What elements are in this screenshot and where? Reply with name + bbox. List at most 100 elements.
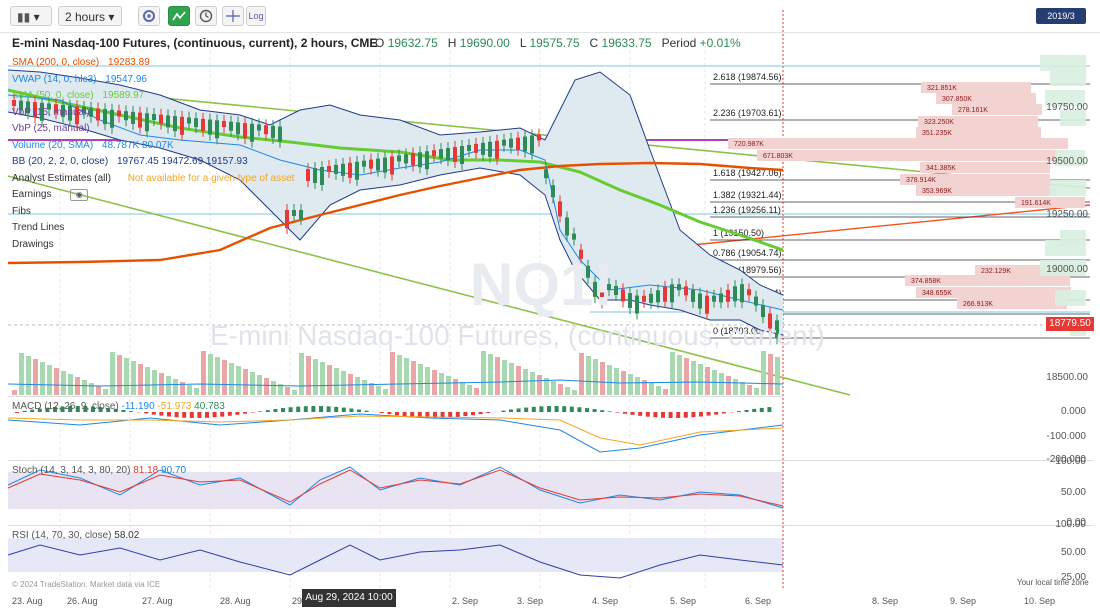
macd-histogram bbox=[258, 411, 263, 412]
legend-item[interactable]: Fibs bbox=[12, 206, 37, 217]
volume-bar bbox=[684, 358, 689, 395]
macd-histogram bbox=[319, 406, 323, 412]
vbp-label: 351.235K bbox=[922, 130, 952, 137]
macd-histogram bbox=[243, 412, 247, 414]
macd-histogram bbox=[227, 412, 232, 416]
volume-bar bbox=[131, 361, 136, 395]
volume-bar bbox=[453, 379, 458, 395]
fib-label: 0.786 (19054.74) bbox=[713, 248, 782, 258]
volume-bar bbox=[313, 359, 318, 395]
vbp-label: 278.161K bbox=[958, 107, 988, 114]
macd-histogram bbox=[395, 412, 399, 416]
candle-body bbox=[355, 161, 359, 180]
candle-body bbox=[404, 154, 408, 164]
legend-value: Not available for a given type of asset bbox=[124, 172, 295, 184]
time-axis-label: 2. Sep bbox=[452, 596, 479, 606]
volume-bar bbox=[306, 356, 311, 395]
candle-body bbox=[432, 150, 436, 157]
macd-histogram bbox=[539, 406, 544, 412]
vbp-label: 353.969K bbox=[922, 188, 952, 195]
legend-item[interactable]: SMA (200, 0, close) 19283.89 bbox=[12, 57, 150, 68]
candle-body bbox=[516, 137, 520, 150]
volume-bar bbox=[761, 351, 766, 395]
volume-bar bbox=[299, 353, 304, 395]
volume-bar bbox=[432, 370, 437, 395]
macd-histogram bbox=[554, 406, 559, 412]
fib-label: 2.618 (19874.56) bbox=[713, 72, 782, 82]
candle-body bbox=[509, 138, 513, 148]
instrument-title: E-mini Nasdaq-100 Futures, (continuous, … bbox=[12, 36, 378, 50]
volume-bar bbox=[537, 375, 542, 395]
vbp-label: 671.803K bbox=[763, 153, 793, 160]
volume-bar bbox=[33, 359, 38, 395]
volume-bar bbox=[691, 361, 696, 395]
candle-body bbox=[726, 289, 730, 302]
vbp-label: 341.385K bbox=[926, 165, 956, 172]
timezone-link[interactable]: Your local time zone bbox=[1017, 578, 1089, 587]
candle-body bbox=[138, 112, 142, 128]
candle-body bbox=[201, 118, 205, 131]
volume-bar bbox=[726, 376, 731, 395]
volume-bar bbox=[460, 382, 465, 395]
volume-bar bbox=[341, 371, 346, 395]
macd-histogram bbox=[364, 410, 369, 412]
legend-item[interactable]: Earnings ◉ bbox=[12, 189, 89, 201]
volume-bar bbox=[145, 367, 150, 395]
volume-bar bbox=[152, 370, 157, 395]
volume-bar bbox=[404, 358, 409, 395]
vbp-label: 191.614K bbox=[1021, 200, 1051, 207]
candle-body bbox=[96, 108, 100, 121]
candle-body bbox=[663, 286, 667, 302]
legend-value: 19589.97 bbox=[99, 90, 145, 101]
legend-label: SMA (50, 0, close) bbox=[12, 90, 94, 101]
candle-body bbox=[677, 284, 681, 291]
macd-histogram bbox=[212, 412, 217, 418]
macd-histogram bbox=[592, 409, 597, 412]
macd-histogram bbox=[182, 412, 187, 418]
candle-body bbox=[572, 233, 576, 240]
eye-icon[interactable]: ◉ bbox=[70, 189, 89, 201]
candle-body bbox=[208, 119, 212, 135]
legend-item[interactable]: Drawings bbox=[12, 239, 60, 250]
volume-bar bbox=[264, 378, 269, 395]
ohlc-readout: O 19632.75 H 19690.00 L 19575.75 C 19633… bbox=[375, 36, 741, 50]
candle-body bbox=[243, 123, 247, 139]
legend-item[interactable]: Analyst Estimates (all) Not available fo… bbox=[12, 173, 294, 184]
macd-axis-label: 0.000 bbox=[1061, 406, 1086, 417]
time-axis-label: 4. Sep bbox=[592, 596, 619, 606]
volume-bar bbox=[68, 374, 73, 395]
candle-body bbox=[698, 293, 702, 309]
volume-bar bbox=[775, 357, 780, 395]
macd-histogram bbox=[600, 410, 605, 412]
volume-bar bbox=[229, 363, 234, 395]
legend-item[interactable]: Volume (20, SMA) 48.787K 80.07K bbox=[12, 140, 174, 151]
legend-item[interactable]: SMA (50, 0, close) 19589.97 bbox=[12, 90, 144, 101]
legend-item[interactable]: VWAP (14, 0, hlc3) 19547.96 bbox=[12, 74, 147, 85]
volume-bar bbox=[467, 385, 472, 395]
candle-body bbox=[278, 126, 282, 142]
watermark-symbol: NQ1! bbox=[470, 251, 614, 318]
legend-item[interactable]: VbP (15, manual) bbox=[12, 107, 96, 118]
legend-item[interactable]: BB (20, 2, 2, 0, close) 19767.45 19472.6… bbox=[12, 156, 248, 167]
period-value: +0.01% bbox=[699, 36, 741, 50]
legend-item[interactable]: VbP (25, manual) bbox=[12, 123, 96, 134]
vbp-bar bbox=[728, 138, 1068, 149]
candle-body bbox=[495, 140, 499, 159]
volume-bar bbox=[418, 364, 423, 395]
volume-bar bbox=[138, 364, 143, 395]
candle-body bbox=[215, 120, 219, 139]
vbp-label: 307.850K bbox=[942, 96, 972, 103]
candle-body bbox=[390, 156, 394, 175]
candle-body bbox=[740, 284, 744, 303]
time-axis-label: 3. Sep bbox=[517, 596, 544, 606]
price-axis-label: 19250.00 bbox=[1046, 209, 1088, 220]
candle-body bbox=[376, 158, 380, 171]
volume-bar bbox=[222, 360, 227, 395]
candle-body bbox=[614, 285, 618, 295]
macd-histogram bbox=[759, 407, 764, 412]
volume-bar bbox=[61, 371, 66, 395]
watermark-name: E-mini Nasdaq-100 Futures, (continuous, … bbox=[210, 320, 825, 351]
macd-histogram bbox=[455, 412, 460, 417]
legend-item[interactable]: Trend Lines bbox=[12, 222, 70, 233]
candle-body bbox=[124, 111, 128, 121]
